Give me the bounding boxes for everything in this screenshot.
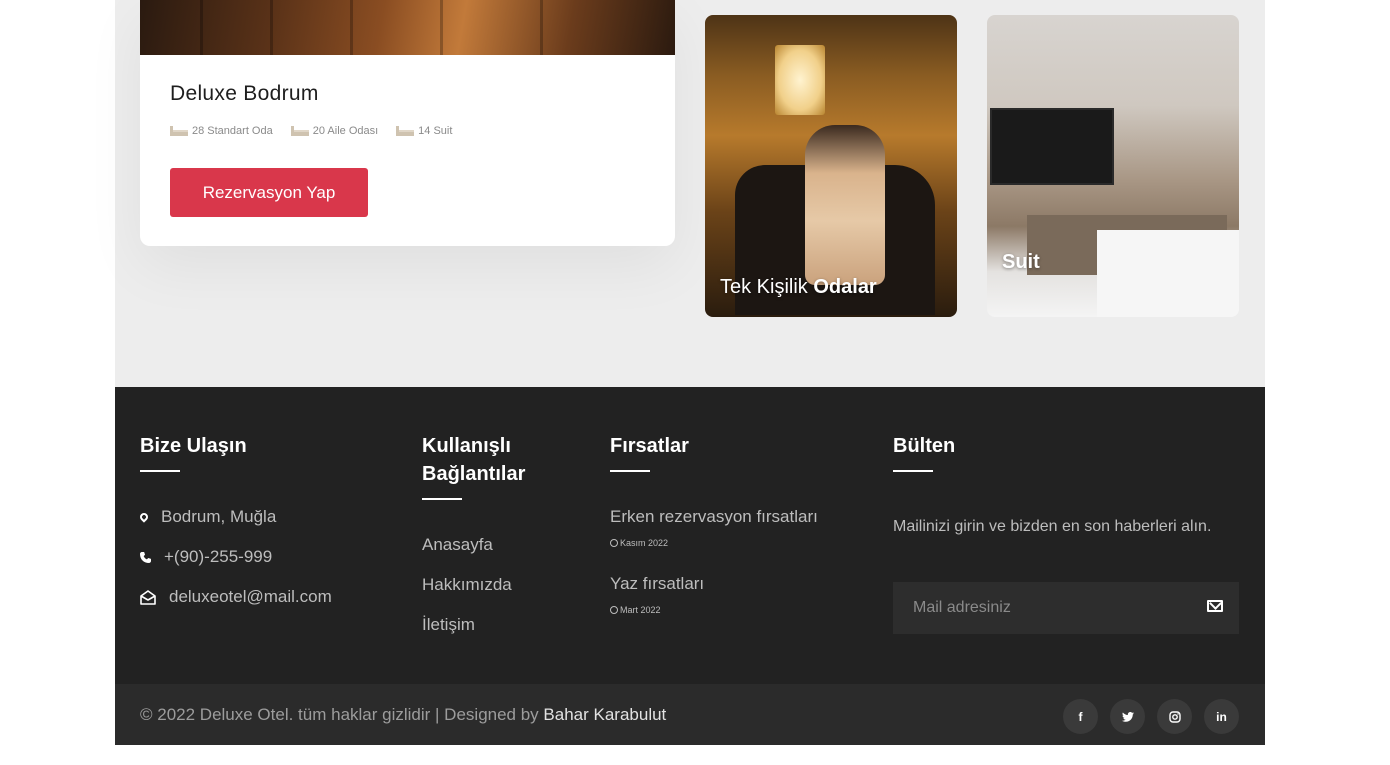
newsletter-form (893, 582, 1239, 634)
room-tile-label-bold: Odalar (813, 276, 877, 298)
deal-date: Kasım 2022 (610, 538, 668, 548)
contact-email[interactable]: deluxeotel@mail.com (140, 587, 332, 607)
newsletter-text: Mailinizi girin ve bizden en son haberle… (893, 518, 1212, 535)
contact-phone[interactable]: +(90)-255-999 (140, 547, 272, 567)
heading-underline (140, 470, 180, 472)
heading-underline (422, 498, 462, 500)
footer-deals-column: Fırsatlar Erken rezervasyon fırsatları K… (610, 432, 860, 615)
footer-links-column: Kullanışlı Bağlantılar Anasayfa Hakkımızd… (422, 432, 582, 634)
location-pin-icon (138, 511, 150, 523)
room-tile-label: Tek Kişilik Odalar (720, 276, 877, 299)
footer-link-about[interactable]: Hakkımızda (422, 575, 512, 595)
footer-link-home[interactable]: Anasayfa (422, 535, 493, 555)
hotel-card-image (140, 0, 675, 55)
hotel-card-title: Deluxe Bodrum (170, 82, 319, 105)
newsletter-heading: Bülten (893, 435, 956, 457)
copyright-text: © 2022 Deluxe Otel. tüm haklar gizlidir … (140, 705, 666, 725)
room-tile-label: Suit (1002, 251, 1040, 274)
linkedin-icon[interactable]: in (1204, 699, 1239, 734)
envelope-open-icon (140, 589, 156, 605)
tv-image-part (990, 108, 1114, 185)
room-tile-single[interactable]: Tek Kişilik Odalar (705, 15, 957, 317)
phone-icon (140, 551, 151, 563)
feature-label: 20 Aile Odası (312, 125, 379, 137)
deal-title[interactable]: Yaz fırsatları (610, 574, 704, 594)
room-tile-label-bold: Suit (1002, 251, 1040, 273)
lamp-image-part (775, 45, 825, 115)
feature-standard-rooms: 28 Standart Oda (170, 125, 273, 137)
rooms-section: Deluxe Bodrum 28 Standart Oda 20 Aile Od… (115, 0, 1265, 387)
feature-family-rooms: 20 Aile Odası (290, 125, 379, 137)
email-text: deluxeotel@mail.com (169, 587, 332, 606)
bed-icon (170, 126, 188, 136)
footer-link-contact[interactable]: İletişim (422, 615, 475, 635)
facebook-icon[interactable]: f (1063, 699, 1098, 734)
room-tile-label-normal: Tek Kişilik (720, 276, 814, 298)
feature-label: 14 Suit (418, 125, 453, 137)
heading-underline (893, 470, 933, 472)
bed-icon (396, 126, 415, 136)
room-tile-suite[interactable]: Suit (987, 15, 1239, 317)
feature-label: 28 Standart Oda (192, 125, 273, 137)
deal-date-text: Kasım 2022 (620, 538, 669, 548)
send-mail-icon[interactable] (1207, 600, 1223, 612)
contact-heading: Bize Ulaşın (140, 435, 247, 457)
page: Deluxe Bodrum 28 Standart Oda 20 Aile Od… (115, 0, 1265, 745)
footer-contact-column: Bize Ulaşın Bodrum, Muğla +(90)-255-999 … (138, 432, 332, 606)
reservation-button[interactable]: Rezervasyon Yap (170, 168, 368, 217)
feature-suites: 14 Suit (396, 125, 452, 137)
links-heading-line1: Kullanışlı (422, 435, 511, 457)
room-features: 28 Standart Oda 20 Aile Odası 14 Suit (170, 125, 452, 137)
deals-heading: Fırsatlar (610, 435, 689, 457)
deal-title[interactable]: Erken rezervasyon fırsatları (610, 507, 818, 527)
newsletter-email-input[interactable] (893, 582, 1183, 634)
person-image-part (805, 125, 885, 285)
designer-link[interactable]: Bahar Karabulut (543, 705, 666, 724)
twitter-icon[interactable]: t (1110, 699, 1145, 734)
clock-icon (610, 606, 618, 614)
bottom-bar: © 2022 Deluxe Otel. tüm haklar gizlidir … (115, 684, 1265, 745)
location-text: Bodrum, Muğla (161, 507, 277, 526)
copyright-main: © 2022 Deluxe Otel. tüm haklar gizlidir … (140, 705, 544, 724)
deal-date-text: Mart 2022 (620, 605, 661, 615)
links-heading-line2: Bağlantılar (422, 463, 526, 485)
hotel-card: Deluxe Bodrum 28 Standart Oda 20 Aile Od… (140, 0, 675, 246)
footer-newsletter-column: Bülten Mailinizi girin ve bizden en son … (893, 432, 1239, 634)
bed-image-part (1097, 230, 1239, 317)
phone-text: +(90)-255-999 (164, 547, 273, 566)
heading-underline (610, 470, 650, 472)
instagram-icon[interactable]: ig (1157, 699, 1192, 734)
deal-date: Mart 2022 (610, 605, 661, 615)
footer: Bize Ulaşın Bodrum, Muğla +(90)-255-999 … (115, 387, 1265, 684)
bed-icon (290, 126, 309, 136)
social-links: f t ig in (1063, 699, 1239, 734)
clock-icon (610, 539, 618, 547)
contact-location: Bodrum, Muğla (138, 507, 277, 527)
links-heading: Kullanışlı Bağlantılar (422, 432, 582, 488)
